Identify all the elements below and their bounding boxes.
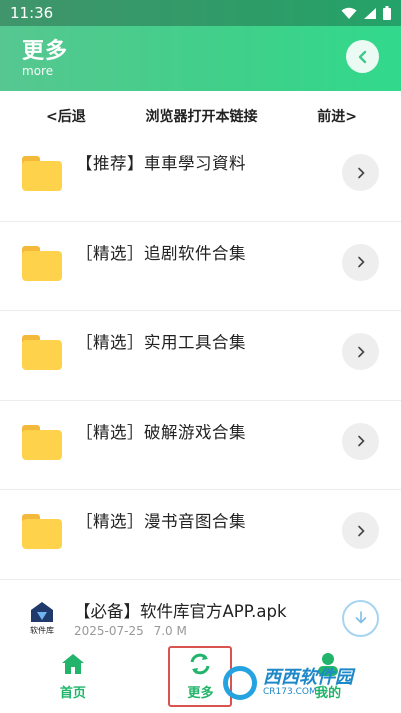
chevron-right-icon[interactable] [342, 512, 379, 549]
list-item[interactable]: 【推荐】車車學习資料 [0, 132, 401, 222]
apk-meta: 2025-07-25 7.0 M [74, 624, 187, 638]
list-item[interactable]: ［精选］实用工具合集 [0, 311, 401, 401]
list-item-label: ［精选］破解游戏合集 [76, 422, 246, 442]
nav-home[interactable]: 首页 [23, 652, 123, 701]
list-item[interactable]: ［精选］破解游戏合集 [0, 401, 401, 490]
status-time: 11:36 [10, 4, 54, 22]
folder-icon [22, 245, 62, 281]
nav-more-label: 更多 [187, 686, 214, 701]
app-logo: 软件库 [25, 600, 59, 636]
item-list: 【推荐】車車學习資料 ［精选］追剧软件合集 ［精选］实用工具合集 ［精选］破解游… [0, 132, 401, 650]
chevron-right-icon[interactable] [342, 422, 379, 460]
list-item[interactable]: ［精选］漫书音图合集 [0, 490, 401, 580]
download-icon [355, 611, 366, 624]
signal-icon [364, 7, 376, 19]
watermark: 西西软件园 CR173.COM [223, 664, 393, 702]
chevron-left-icon [358, 50, 366, 63]
list-item-label: ［精选］实用工具合集 [76, 333, 246, 352]
apk-title: 【必备】软件库官方APP.apk [74, 601, 287, 621]
status-icons [341, 6, 391, 20]
download-button[interactable] [342, 599, 379, 637]
refresh-icon [191, 653, 210, 675]
browser-forward-link[interactable]: 前进> [317, 106, 357, 126]
apk-item[interactable]: 软件库 【必备】软件库官方APP.apk 2025-07-25 7.0 M [0, 580, 401, 650]
watermark-ring-icon [223, 666, 257, 700]
nav-home-label: 首页 [59, 686, 86, 701]
list-item-label: 【推荐】車車學习資料 [76, 154, 246, 173]
open-in-browser-link[interactable]: 浏览器打开本链接 [146, 106, 258, 126]
home-icon [61, 654, 84, 674]
page-title: 更多 [22, 39, 69, 64]
apk-date: 2025-07-25 [74, 623, 144, 638]
folder-icon [22, 514, 62, 549]
list-item-label: ［精选］漫书音图合集 [76, 512, 246, 531]
back-button[interactable] [346, 40, 379, 73]
chevron-right-icon[interactable] [342, 243, 379, 281]
list-item[interactable]: ［精选］追剧软件合集 [0, 222, 401, 311]
battery-icon [383, 6, 391, 20]
list-item-label: ［精选］追剧软件合集 [76, 243, 246, 263]
page-subtitle: more [22, 64, 54, 78]
header: 11:36 更多 more [0, 0, 401, 91]
folder-icon [22, 156, 62, 191]
status-bar: 11:36 [0, 0, 401, 26]
apk-size: 7.0 M [153, 623, 187, 638]
chevron-right-icon[interactable] [342, 154, 379, 191]
watermark-url: CR173.COM [263, 686, 317, 697]
watermark-text: 西西软件园 [263, 667, 353, 689]
svg-text:软件库: 软件库 [30, 625, 54, 635]
wifi-icon [341, 7, 357, 19]
folder-icon [22, 335, 62, 370]
folder-icon [22, 424, 62, 460]
chevron-right-icon[interactable] [342, 333, 379, 370]
browser-back-link[interactable]: <后退 [46, 106, 86, 126]
